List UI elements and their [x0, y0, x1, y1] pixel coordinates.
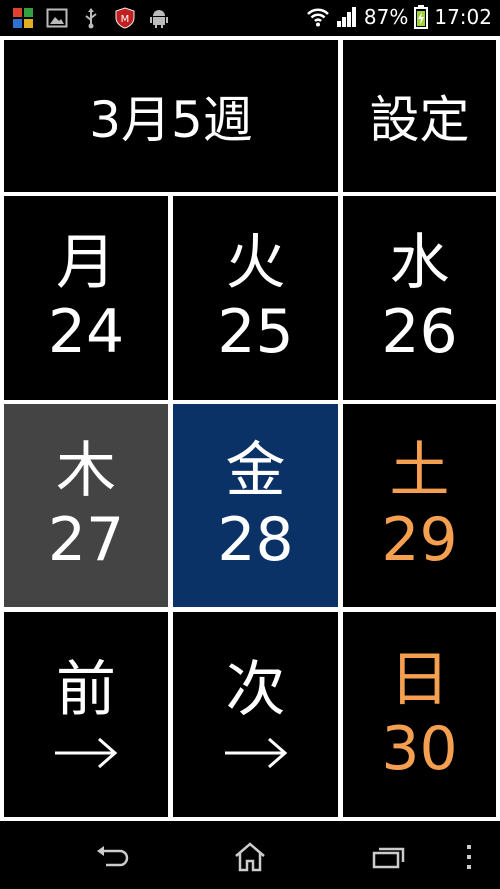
- settings-button[interactable]: 設定: [343, 40, 496, 192]
- arrow-right-icon: [224, 737, 287, 769]
- day-cell-sun[interactable]: 日 30: [343, 612, 496, 817]
- home-button[interactable]: [230, 841, 270, 873]
- date-label: 30: [381, 713, 458, 784]
- date-label: 29: [381, 504, 458, 575]
- weekday-label: 日: [389, 644, 450, 715]
- week-title-cell: 3月5週: [4, 40, 338, 192]
- day-cell-wed[interactable]: 水 26: [343, 196, 496, 400]
- settings-label: 設定: [369, 91, 470, 149]
- day-cell-thu[interactable]: 木 27: [4, 404, 168, 607]
- arrow-right-icon: [55, 737, 118, 769]
- system-nav-bar: [0, 823, 500, 889]
- prev-label: 前: [56, 655, 116, 725]
- back-button[interactable]: [92, 841, 132, 873]
- shield-icon: M: [115, 7, 135, 29]
- home-icon: [235, 842, 265, 872]
- next-label: 次: [225, 655, 286, 725]
- recent-apps-icon: [372, 847, 405, 869]
- day-cell-sat[interactable]: 土 29: [343, 404, 496, 607]
- recent-apps-button[interactable]: [368, 841, 408, 873]
- date-label: 25: [217, 297, 294, 367]
- date-label: 24: [47, 297, 125, 367]
- date-label: 26: [381, 297, 458, 367]
- clock: 17:02: [434, 5, 492, 29]
- day-cell-mon[interactable]: 月 24: [4, 196, 168, 400]
- next-week-button[interactable]: 次: [173, 612, 338, 817]
- calendar-grid: 3月5週 設定 月 24 火 25 水 26 木 27 金 28 土 29 前 …: [0, 36, 500, 821]
- date-label: 28: [217, 504, 294, 575]
- battery-percent: 87%: [363, 5, 409, 29]
- wifi-icon: [307, 8, 329, 27]
- image-icon: [46, 8, 68, 28]
- menu-button[interactable]: [454, 841, 484, 873]
- overflow-menu-icon: [467, 845, 471, 869]
- android-icon: [150, 10, 168, 28]
- signal-icon: [336, 7, 356, 27]
- weekday-label: 木: [56, 435, 116, 506]
- prev-week-button[interactable]: 前: [4, 612, 168, 817]
- weekday-label: 水: [389, 228, 450, 298]
- week-title: 3月5週: [89, 91, 253, 149]
- day-cell-tue[interactable]: 火 25: [173, 196, 338, 400]
- svg-text:M: M: [121, 14, 130, 25]
- status-bar: M 87% 17:02: [0, 0, 500, 36]
- battery-charging-icon: [414, 5, 429, 29]
- app-grid-icon: [13, 8, 33, 28]
- day-cell-fri[interactable]: 金 28: [173, 404, 338, 607]
- weekday-label: 月: [56, 228, 116, 298]
- weekday-label: 土: [389, 435, 450, 506]
- usb-icon: [85, 8, 97, 29]
- back-icon: [97, 846, 129, 867]
- weekday-label: 金: [225, 435, 286, 506]
- weekday-label: 火: [225, 228, 286, 298]
- date-label: 27: [47, 504, 125, 575]
